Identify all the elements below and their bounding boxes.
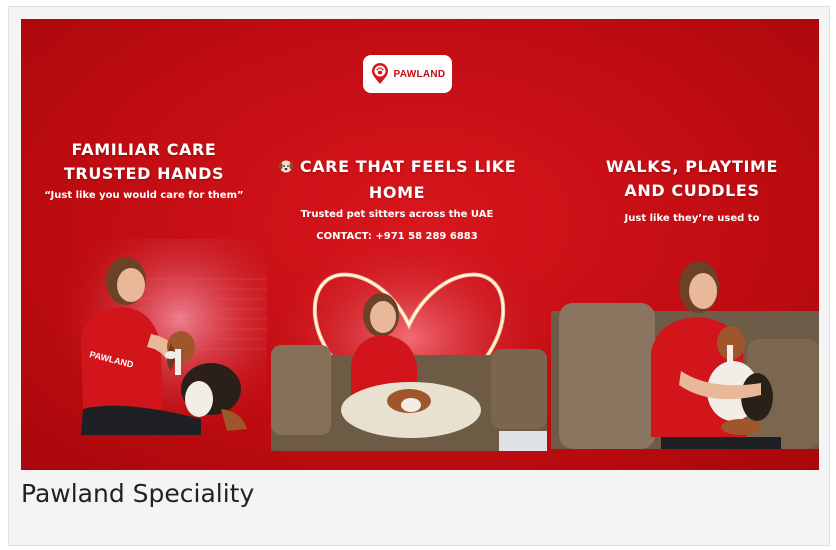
dog-face-icon: [278, 157, 294, 181]
card-caption[interactable]: Pawland Speciality: [21, 479, 254, 508]
promo-banner: PAWLAND FAMILIAR CARE TRUSTED HANDS “Jus…: [21, 19, 819, 470]
panel-1-subtitle: “Just like you would care for them”: [44, 190, 244, 201]
service-card[interactable]: PAWLAND FAMILIAR CARE TRUSTED HANDS “Jus…: [8, 6, 830, 546]
panel-2-headline-line1: CARE THAT FEELS LIKE: [299, 157, 517, 176]
photo-sitter-with-beagle: PAWLAND: [51, 239, 267, 439]
paw-pin-icon: [371, 63, 388, 84]
panel-3-headline: WALKS, PLAYTIME AND CUDDLES: [565, 155, 819, 203]
panel-2-subtitle: Trusted pet sitters across the UAE: [300, 209, 494, 220]
panel-1-headline-line2: TRUSTED HANDS: [63, 164, 225, 183]
photo-sitter-on-sofa: [271, 245, 547, 451]
panel-1-headline-line1: FAMILIAR CARE: [71, 140, 217, 159]
logo-text: PAWLAND: [393, 68, 446, 80]
panel-1-headline: FAMILIAR CARE TRUSTED HANDS: [21, 138, 267, 186]
photo-sitter-hugging-beagle: [551, 261, 819, 449]
panel-2-headline-line2: HOME: [368, 183, 426, 202]
panel-2-contact[interactable]: CONTACT: +971 58 289 6883: [269, 230, 525, 244]
panel-3-subtitle: Just like they’re used to: [624, 213, 760, 224]
panel-2-headline: CARE THAT FEELS LIKE HOME: [269, 155, 525, 205]
pawland-logo: PAWLAND: [363, 55, 452, 93]
panel-3-headline-line1: WALKS, PLAYTIME: [605, 157, 779, 176]
panel-3-headline-line2: AND CUDDLES: [624, 181, 760, 200]
